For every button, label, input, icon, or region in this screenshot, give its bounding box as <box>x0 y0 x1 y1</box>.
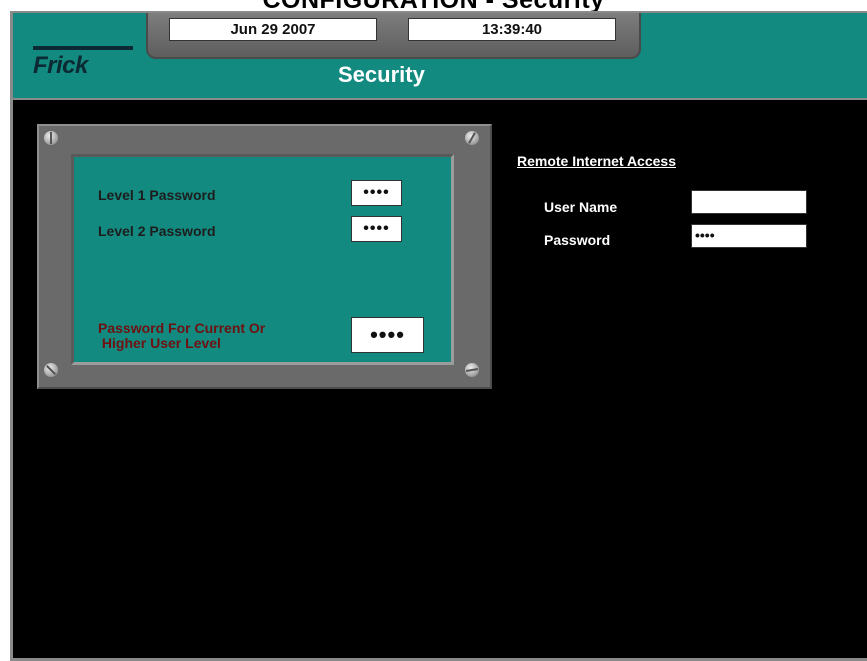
page-heading: CONFIGURATION - Security <box>0 0 867 11</box>
level2-password-field[interactable]: •••• <box>351 216 402 242</box>
remote-password-label: Password <box>544 232 611 248</box>
level2-password-label: Level 2 Password <box>98 223 216 239</box>
time-display: 13:39:40 <box>408 18 616 41</box>
datetime-plate: Jun 29 2007 13:39:40 <box>146 13 641 59</box>
logo-bar-top <box>33 46 133 50</box>
remote-password-field[interactable]: •••• <box>691 224 807 248</box>
screw-icon <box>465 363 479 377</box>
user-name-label: User Name <box>544 199 618 215</box>
password-panel: Level 1 Password •••• Level 2 Password •… <box>37 124 492 389</box>
level1-password-field[interactable]: •••• <box>351 180 402 206</box>
remote-access-heading: Remote Internet Access <box>517 153 676 169</box>
password-panel-face: Level 1 Password •••• Level 2 Password •… <box>71 154 454 365</box>
current-password-label-line1: Password For Current Or <box>98 320 266 336</box>
logo-text: Frick <box>33 52 88 79</box>
current-password-label: Password For Current Or Higher User Leve… <box>98 321 265 351</box>
screw-icon <box>465 131 479 145</box>
current-level-password-field[interactable]: •••• <box>351 317 424 353</box>
app-window: Jun 29 2007 13:39:40 Frick Security Leve… <box>10 11 867 661</box>
level1-password-label: Level 1 Password <box>98 187 216 203</box>
user-name-field[interactable] <box>691 190 807 214</box>
screw-icon <box>44 363 58 377</box>
current-password-label-line2: Higher User Level <box>98 335 221 351</box>
frick-logo: Frick <box>29 40 139 80</box>
date-display: Jun 29 2007 <box>169 18 377 41</box>
header-bar: Jun 29 2007 13:39:40 Frick Security <box>13 13 867 100</box>
screen-title: Security <box>338 62 425 87</box>
screw-icon <box>44 131 58 145</box>
